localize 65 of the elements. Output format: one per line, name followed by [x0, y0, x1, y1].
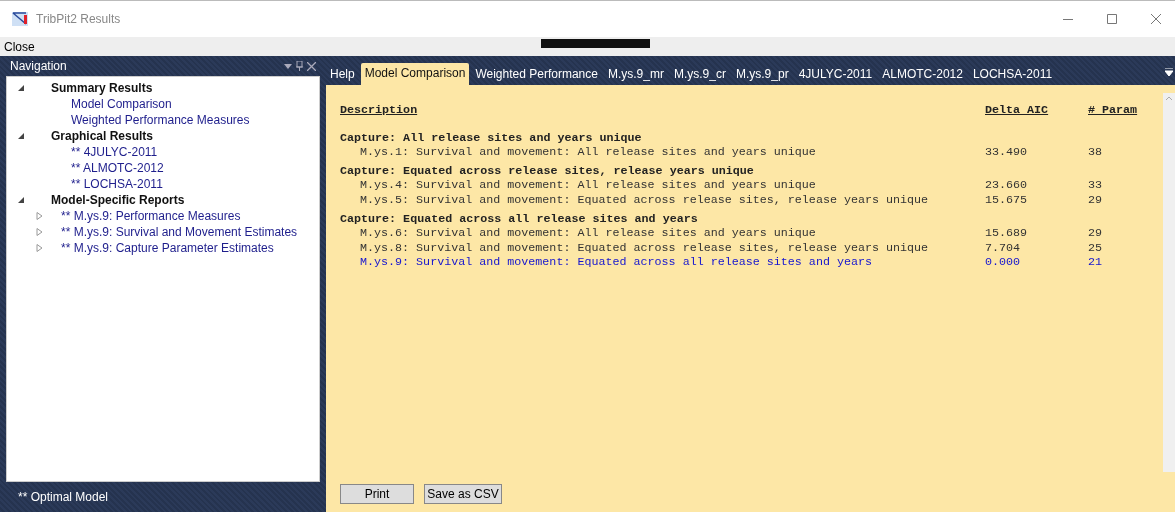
expanded-triangle-icon[interactable] — [16, 84, 24, 92]
table-cell-text: 38 — [1088, 144, 1104, 159]
table-cell-text: 21 — [1088, 255, 1104, 270]
pin-icon[interactable] — [296, 61, 303, 71]
table-cell-text: 29 — [1088, 226, 1104, 241]
expanded-triangle-icon[interactable] — [16, 196, 24, 204]
maximize-icon[interactable] — [1107, 14, 1117, 24]
table-cell-text: 25 — [1088, 240, 1104, 255]
collapsed-triangle-icon[interactable] — [35, 244, 43, 252]
table-cell-text: 15.675 — [985, 192, 1029, 207]
legend-text: ** Optimal Model — [18, 490, 109, 504]
table-cell-text: M.ys.5: Survival and movement: Equated across release sites, release years unique — [359, 192, 930, 207]
tab[interactable]: M.ys.9_pr — [731, 64, 793, 85]
collapsed-triangle-icon[interactable] — [35, 228, 43, 236]
menu-item[interactable]: Close — [4, 39, 35, 54]
table-cell-text: M.ys.8: Survival and movement: Equated across release sites, release years unique — [359, 240, 930, 255]
dropdown-icon[interactable] — [284, 63, 292, 69]
tab[interactable]: M.ys.9_mr — [603, 64, 668, 85]
action-button[interactable]: Print — [340, 484, 414, 504]
tab[interactable]: M.ys.9_cr — [669, 64, 730, 85]
tab[interactable]: Help — [326, 64, 359, 85]
tab[interactable]: ALMOTC-2012 — [878, 64, 967, 85]
table-cell-text: 23.660 — [985, 178, 1029, 193]
table-cell-text: 0.000 — [985, 255, 1022, 270]
table-cell-text: 33 — [1088, 178, 1104, 193]
table-cell-text: M.ys.1: Survival and movement: All release sites and years unique — [359, 144, 817, 159]
tab[interactable]: 4JULYC-2011 — [794, 64, 877, 85]
column-header: Delta AIC — [985, 103, 1050, 118]
table-cell-text: 29 — [1088, 192, 1104, 207]
close-icon[interactable] — [1151, 14, 1161, 24]
table-cell-text: M.ys.6: Survival and movement: All release sites and years unique — [359, 226, 817, 241]
tree-item[interactable]: ** 4JULYC-2011 — [71, 145, 158, 159]
tree-item[interactable]: Model-Specific Reports — [51, 193, 185, 207]
group-heading: Capture: Equated across release sites, release years unique — [340, 164, 754, 178]
tree-item[interactable]: Weighted Performance Measures — [71, 113, 250, 127]
group-heading: Capture: All release sites and years unique — [340, 130, 642, 145]
group-heading: Capture: Equated across all release sites and years — [340, 212, 698, 226]
tree-item[interactable]: Graphical Results — [51, 129, 154, 143]
table-cell-text: 33.490 — [985, 144, 1029, 159]
collapsed-triangle-icon[interactable] — [35, 212, 43, 220]
column-header: Description — [340, 103, 419, 118]
table-cell-text: M.ys.4: Survival and movement: All release sites and years unique — [359, 178, 817, 193]
tab[interactable]: LOCHSA-2011 — [968, 64, 1057, 85]
table-cell-text: 15.689 — [985, 226, 1029, 241]
scrollbar[interactable] — [1163, 93, 1175, 472]
drag-handle[interactable] — [541, 39, 650, 48]
tree-item[interactable]: Model Comparison — [71, 97, 172, 111]
tab[interactable]: Weighted Performance — [471, 64, 602, 85]
action-button[interactable]: Save as CSV — [424, 484, 502, 504]
tree-item[interactable]: ** M.ys.9: Performance Measures — [61, 209, 241, 223]
table-cell-text: 7.704 — [985, 240, 1022, 255]
expanded-triangle-icon[interactable] — [16, 132, 24, 140]
window-title: TribPit2 Results — [36, 12, 121, 26]
column-header: # Param — [1088, 103, 1139, 118]
close-icon[interactable] — [307, 61, 316, 71]
tree-item[interactable]: ** LOCHSA-2011 — [71, 177, 163, 191]
tab[interactable]: Model Comparison — [360, 63, 470, 85]
tree-item[interactable]: ** M.ys.9: Survival and Movement Estimates — [61, 225, 298, 239]
panel-title: Navigation — [10, 59, 67, 73]
app-logo-icon — [12, 12, 28, 26]
table-cell-text: M.ys.9: Survival and movement: Equated across all release sites and years — [359, 255, 873, 270]
tree-item[interactable]: ** M.ys.9: Capture Parameter Estimates — [61, 241, 274, 255]
tree-item[interactable]: Summary Results — [51, 81, 153, 95]
overflow-icon[interactable] — [1165, 68, 1173, 76]
tree-item[interactable]: ** ALMOTC-2012 — [71, 161, 164, 175]
